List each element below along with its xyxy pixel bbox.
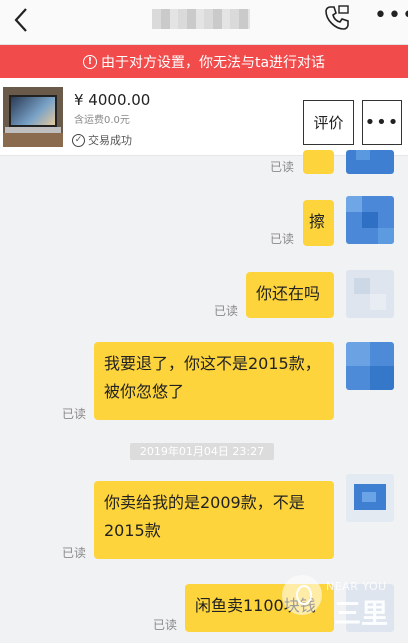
read-status: 已读: [270, 160, 295, 174]
check-circle-icon: ✓: [72, 133, 85, 147]
blocked-banner: ! 由于对方设置，你无法与ta进行对话: [0, 45, 408, 78]
avatar[interactable]: [346, 342, 394, 390]
product-card[interactable]: ¥ 4000.00 含运费0.0元 ✓ 交易成功 评价 •••: [0, 78, 408, 156]
banner-text: 由于对方设置，你无法与ta进行对话: [100, 54, 326, 71]
timestamp: 2019年01月04日 23:27: [130, 443, 274, 460]
message-bubble[interactable]: 你卖给我的是2009款，不是2015款: [94, 481, 334, 559]
message-bubble[interactable]: [303, 150, 334, 174]
rate-button[interactable]: 评价: [303, 100, 354, 145]
more-options-icon[interactable]: •••: [374, 5, 408, 27]
avatar[interactable]: [346, 196, 394, 244]
read-status: 已读: [270, 232, 295, 246]
message-bubble[interactable]: 我要退了，你这不是2015款，被你忽悠了: [94, 342, 334, 420]
shipping-fee: 含运费0.0元: [74, 115, 130, 126]
product-thumbnail[interactable]: [3, 87, 63, 147]
chevron-left-icon[interactable]: [10, 6, 34, 34]
phone-settings-icon[interactable]: [322, 3, 352, 33]
contact-name-blurred: [152, 9, 250, 29]
product-price: ¥ 4000.00: [74, 91, 151, 109]
read-status: 已读: [214, 304, 239, 318]
message-bubble[interactable]: 你还在吗: [246, 272, 334, 318]
deal-status-label: 交易成功: [88, 134, 132, 147]
warning-icon: !: [82, 54, 97, 69]
top-bar: •••: [0, 0, 408, 45]
deal-status: ✓ 交易成功: [72, 132, 132, 148]
message-bubble[interactable]: 擦: [303, 200, 334, 246]
avatar[interactable]: [346, 270, 394, 318]
product-more-button[interactable]: •••: [362, 100, 402, 145]
read-status: 已读: [153, 618, 178, 632]
read-status: 已读: [62, 407, 87, 421]
avatar[interactable]: [346, 474, 394, 522]
watermark-big: 三里: [334, 599, 388, 630]
avatar[interactable]: [346, 150, 394, 174]
read-status: 已读: [62, 546, 87, 560]
watermark-pin-icon: [282, 575, 322, 615]
